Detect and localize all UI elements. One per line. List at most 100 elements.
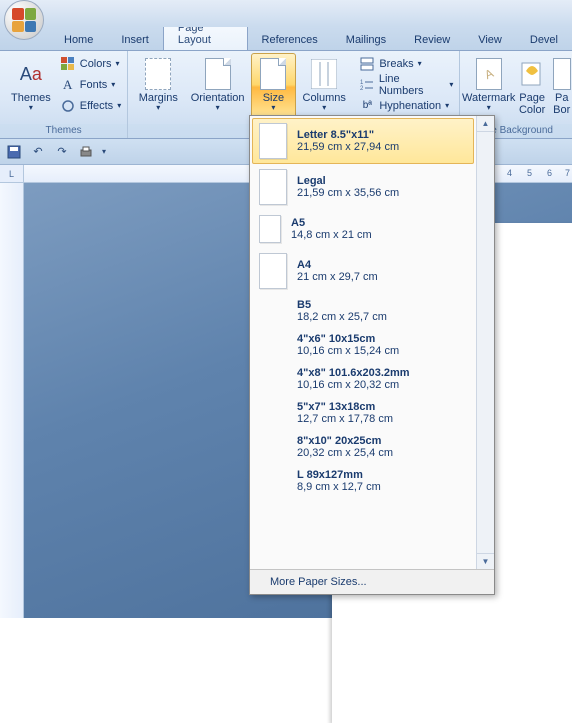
- size-option-5x7[interactable]: 5"x7" 13x18cm12,7 cm x 17,78 cm: [252, 396, 474, 430]
- redo-icon[interactable]: ↷: [54, 144, 70, 160]
- chevron-down-icon: ▾: [487, 104, 491, 112]
- chevron-down-icon: ▾: [116, 60, 120, 68]
- vertical-ruler[interactable]: [0, 183, 24, 618]
- size-name: A4: [297, 259, 378, 271]
- margins-button[interactable]: Margins ▾: [132, 53, 184, 119]
- chevron-down-icon: ▾: [216, 104, 220, 112]
- size-option-a5[interactable]: A514,8 cm x 21 cm: [252, 210, 474, 248]
- chevron-down-icon: ▾: [418, 60, 422, 68]
- effects-icon: [60, 98, 76, 114]
- more-paper-sizes[interactable]: More Paper Sizes...: [250, 569, 494, 594]
- size-option-legal[interactable]: Legal21,59 cm x 35,56 cm: [252, 164, 474, 210]
- size-option-l[interactable]: L 89x127mm8,9 cm x 12,7 cm: [252, 464, 474, 498]
- fonts-button[interactable]: A Fonts ▾: [58, 74, 123, 95]
- tab-developer[interactable]: Devel: [516, 30, 572, 50]
- page-borders-label: Pa Bor: [553, 92, 570, 116]
- chevron-down-icon: ▾: [156, 104, 160, 112]
- size-option-a4[interactable]: A421 cm x 29,7 cm: [252, 248, 474, 294]
- chevron-down-icon: ▾: [449, 81, 453, 89]
- size-option-letter[interactable]: Letter 8.5"x11"21,59 cm x 27,94 cm: [252, 118, 474, 164]
- orientation-button[interactable]: Orientation ▾: [184, 53, 250, 119]
- ruler-corner: L: [0, 165, 24, 183]
- size-dim: 10,16 cm x 15,24 cm: [297, 345, 399, 357]
- size-gallery: Letter 8.5"x11"21,59 cm x 27,94 cm Legal…: [249, 115, 495, 595]
- gallery-scrollbar[interactable]: ▲ ▼: [476, 116, 494, 569]
- paper-icon: [259, 169, 287, 205]
- paper-icon: [259, 123, 287, 159]
- undo-icon[interactable]: ↶: [30, 144, 46, 160]
- tab-mailings[interactable]: Mailings: [332, 30, 400, 50]
- tab-home[interactable]: Home: [50, 30, 107, 50]
- page-borders-icon: [546, 58, 572, 90]
- fonts-label: Fonts: [80, 79, 108, 91]
- paper-icon: [259, 215, 281, 243]
- effects-button[interactable]: Effects ▾: [58, 95, 123, 116]
- scroll-down-icon[interactable]: ▼: [477, 553, 494, 569]
- page-color-button[interactable]: Page Color: [515, 53, 549, 119]
- size-name: Letter 8.5"x11": [297, 129, 399, 141]
- breaks-button[interactable]: Breaks ▾: [357, 53, 455, 74]
- size-name: 5"x7" 13x18cm: [297, 401, 393, 413]
- size-dim: 12,7 cm x 17,78 cm: [297, 413, 393, 425]
- chevron-down-icon: ▾: [445, 102, 449, 110]
- group-themes-label: Themes: [0, 124, 127, 138]
- scroll-track[interactable]: [477, 132, 494, 553]
- columns-icon: [308, 58, 340, 90]
- hyphenation-label: Hyphenation: [379, 100, 441, 112]
- office-button[interactable]: [4, 0, 44, 40]
- tab-insert[interactable]: Insert: [107, 30, 163, 50]
- page-color-label: Page Color: [519, 92, 545, 116]
- print-icon[interactable]: [78, 144, 94, 160]
- chevron-down-icon[interactable]: ▾: [102, 147, 106, 156]
- tab-view[interactable]: View: [464, 30, 516, 50]
- margins-icon: [142, 58, 174, 90]
- chevron-down-icon: ▾: [271, 104, 275, 112]
- colors-label: Colors: [80, 58, 112, 70]
- size-name: 4"x8" 101.6x203.2mm: [297, 367, 410, 379]
- size-option-4x6[interactable]: 4"x6" 10x15cm10,16 cm x 15,24 cm: [252, 328, 474, 362]
- chevron-down-icon: ▾: [117, 102, 121, 110]
- size-option-4x8[interactable]: 4"x8" 101.6x203.2mm10,16 cm x 20,32 cm: [252, 362, 474, 396]
- tab-references[interactable]: References: [248, 30, 332, 50]
- size-dim: 21,59 cm x 35,56 cm: [297, 187, 399, 199]
- themes-icon: Aa: [15, 58, 47, 90]
- hyphenation-icon: bª: [359, 98, 375, 114]
- size-name: A5: [291, 217, 372, 229]
- ruler-tick: 7: [565, 168, 570, 178]
- title-bar: [0, 0, 572, 27]
- scroll-up-icon[interactable]: ▲: [477, 116, 494, 132]
- size-option-8x10[interactable]: 8"x10" 20x25cm20,32 cm x 25,4 cm: [252, 430, 474, 464]
- group-themes: Aa Themes ▾ Colors ▾ A Fonts ▾: [0, 51, 128, 138]
- size-gallery-list: Letter 8.5"x11"21,59 cm x 27,94 cm Legal…: [250, 116, 476, 569]
- ruler-tick: 4: [507, 168, 512, 178]
- chevron-down-icon: ▾: [29, 104, 33, 112]
- size-icon: [257, 58, 289, 90]
- save-icon[interactable]: [6, 144, 22, 160]
- line-numbers-label: Line Numbers: [379, 73, 445, 97]
- line-numbers-button[interactable]: 12 Line Numbers ▾: [357, 74, 455, 95]
- chevron-down-icon: ▾: [322, 104, 326, 112]
- breaks-icon: [359, 56, 375, 72]
- ruler-tick: 5: [527, 168, 532, 178]
- colors-button[interactable]: Colors ▾: [58, 53, 123, 74]
- size-name: L 89x127mm: [297, 469, 381, 481]
- size-name: B5: [297, 299, 387, 311]
- watermark-icon: A: [473, 58, 505, 90]
- size-dim: 21,59 cm x 27,94 cm: [297, 141, 399, 153]
- tab-review[interactable]: Review: [400, 30, 464, 50]
- size-button[interactable]: Size ▾: [251, 53, 296, 119]
- page-borders-button[interactable]: Pa Bor: [549, 53, 572, 119]
- size-dim: 20,32 cm x 25,4 cm: [297, 447, 393, 459]
- themes-button[interactable]: Aa Themes ▾: [4, 53, 58, 119]
- size-name: 4"x6" 10x15cm: [297, 333, 399, 345]
- columns-button[interactable]: Columns ▾: [296, 53, 352, 119]
- size-dim: 10,16 cm x 20,32 cm: [297, 379, 410, 391]
- effects-label: Effects: [80, 100, 113, 112]
- hyphenation-button[interactable]: bª Hyphenation ▾: [357, 95, 455, 116]
- ruler-tick: 6: [547, 168, 552, 178]
- fonts-icon: A: [60, 77, 76, 93]
- size-name: 8"x10" 20x25cm: [297, 435, 393, 447]
- watermark-button[interactable]: A Watermark ▾: [462, 53, 515, 119]
- chevron-down-icon: ▾: [111, 81, 115, 89]
- size-option-b5[interactable]: B518,2 cm x 25,7 cm: [252, 294, 474, 328]
